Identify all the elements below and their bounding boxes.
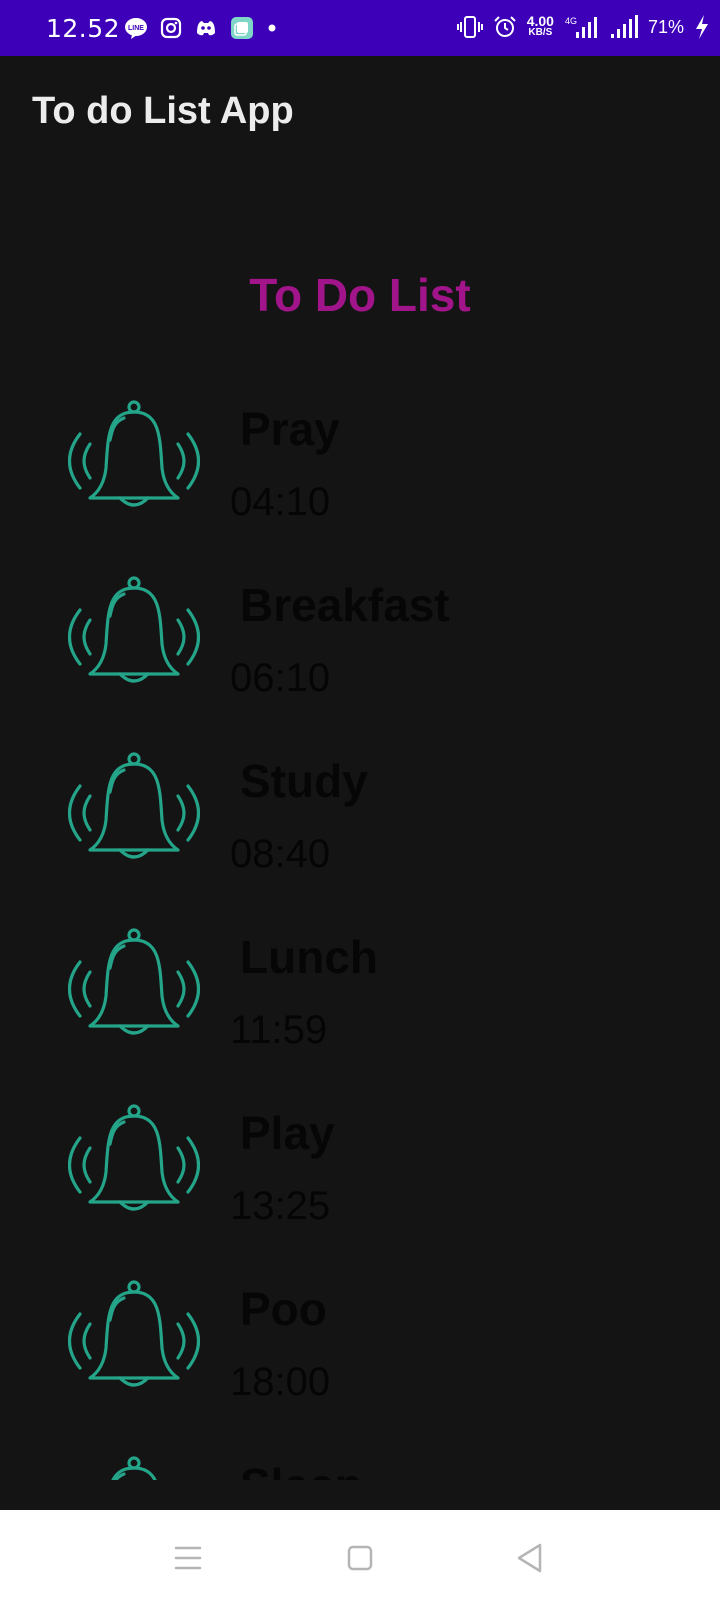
list-item[interactable]: Poo 18:00: [0, 1260, 720, 1436]
app-title: To do List App: [32, 90, 294, 132]
bell-ringing-icon: [68, 1104, 200, 1211]
task-name: Breakfast: [240, 579, 450, 631]
bell-ringing-icon: [111, 1456, 157, 1480]
status-bar: 12.52 LINE 4.00 KB/S 4G 71%: [0, 0, 720, 56]
system-icons: 4.00 KB/S 4G 71%: [456, 13, 710, 40]
list-item[interactable]: Breakfast 06:10: [0, 556, 720, 732]
battery-percent: 71%: [647, 16, 684, 37]
task-name: Study: [240, 755, 368, 807]
app-bar: To do List App: [0, 56, 720, 174]
speed-value: 4.00: [526, 13, 554, 29]
list-item[interactable]: Play 13:25: [0, 1084, 720, 1260]
task-name: Poo: [240, 1283, 327, 1335]
bell-ringing-icon: [68, 752, 200, 859]
task-time: 18:00: [230, 1360, 331, 1404]
bell-ringing-icon: [68, 1280, 200, 1387]
task-name: Pray: [240, 403, 340, 455]
navigation-bar: [0, 1510, 720, 1600]
svg-text:LINE: LINE: [128, 25, 144, 32]
task-time: 13:25: [230, 1184, 331, 1228]
bell-ringing-icon: [68, 400, 200, 507]
task-time: 04:10: [230, 480, 331, 524]
list-item[interactable]: Study 08:40: [0, 732, 720, 908]
alarm-icon: [494, 16, 516, 37]
status-time: 12.52: [46, 14, 121, 43]
charging-icon: [696, 15, 708, 39]
notification-icons: LINE: [124, 16, 278, 40]
svg-text:4G: 4G: [565, 16, 577, 26]
back-icon[interactable]: [510, 1538, 550, 1578]
dot-icon: [268, 24, 276, 32]
speed-unit: KB/S: [528, 27, 553, 38]
task-time: 08:40: [230, 832, 331, 876]
page-heading: To Do List: [249, 269, 471, 321]
signal-icon: [610, 15, 638, 38]
bell-ringing-icon: [68, 576, 200, 683]
task-time: 11:59: [230, 1008, 328, 1052]
task-name: Lunch: [240, 931, 378, 983]
bell-ringing-icon: [68, 928, 200, 1035]
vibrate-icon: [456, 16, 483, 38]
task-name: Play: [240, 1107, 335, 1159]
menu-icon[interactable]: [168, 1538, 208, 1578]
app-icon: [231, 17, 253, 39]
task-list[interactable]: Pray 04:10 Breakfast 06:10 Study 08:40 L…: [0, 380, 720, 1480]
home-icon[interactable]: [340, 1538, 380, 1578]
task-time: 06:10: [230, 656, 331, 700]
list-item[interactable]: Pray 04:10: [0, 380, 720, 556]
list-item[interactable]: Lunch 11:59: [0, 908, 720, 1084]
signal-4g-icon: 4G: [565, 16, 597, 38]
discord-icon: [197, 21, 215, 36]
line-icon: LINE: [125, 18, 147, 39]
list-item[interactable]: Sleep: [0, 1436, 720, 1480]
task-name: Sleep: [240, 1458, 363, 1480]
instagram-icon: [160, 17, 182, 39]
network-speed: 4.00 KB/S: [526, 13, 554, 39]
